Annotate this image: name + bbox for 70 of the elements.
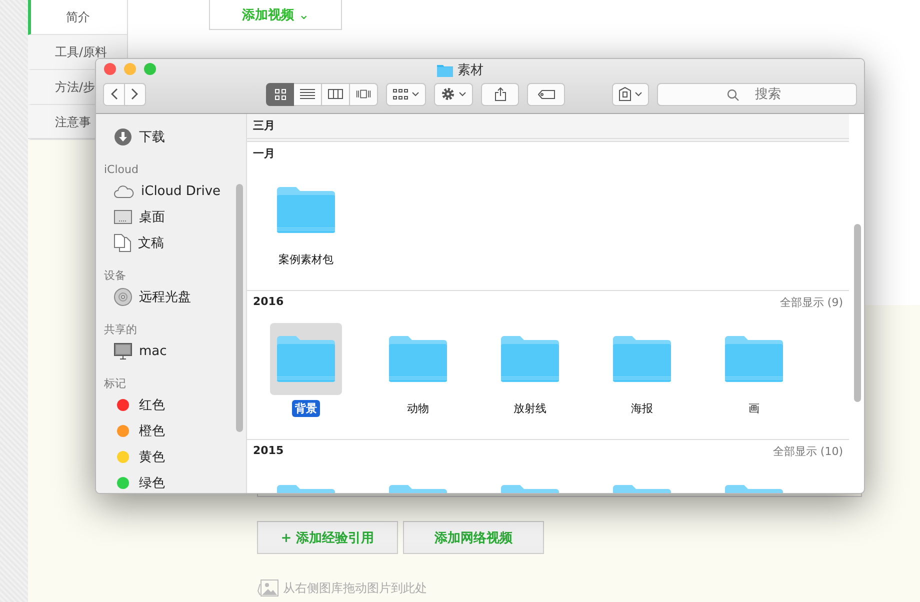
cover-flow-icon	[356, 89, 371, 99]
section-title: 一月	[253, 146, 275, 162]
sidebar-item[interactable]: 桌面	[139, 208, 165, 226]
share-button[interactable]	[481, 82, 519, 106]
window-title: 素材	[458, 62, 484, 79]
box-icon	[619, 87, 631, 101]
section-title: 2015	[253, 444, 284, 459]
folder-name[interactable]: 放射线	[510, 400, 550, 417]
cloud-icon	[114, 184, 134, 198]
list-icon	[300, 89, 315, 99]
folder-name[interactable]: 背景	[292, 400, 320, 417]
folder-icon	[436, 64, 452, 76]
view-mode-button[interactable]	[322, 82, 350, 106]
sidebar-item[interactable]: 橙色	[139, 422, 165, 440]
forward-button[interactable]	[125, 82, 146, 106]
grid-icon	[393, 88, 408, 100]
columns-icon	[328, 89, 343, 99]
view-mode-button[interactable]	[350, 82, 378, 106]
settings-button[interactable]	[434, 82, 473, 106]
zoom-button[interactable]	[144, 63, 156, 75]
show-all-link[interactable]: 全部显示 (10)	[772, 444, 843, 464]
sidebar-heading: 共享的	[104, 322, 138, 338]
folder-name[interactable]: 画	[746, 400, 762, 417]
chevron-icon	[412, 92, 419, 96]
scrollbar-thumb[interactable]	[854, 224, 861, 402]
sidebar-heading: iCloud	[104, 162, 140, 178]
share-icon	[494, 87, 506, 101]
folder-name[interactable]: 海报	[628, 400, 656, 417]
folder-name[interactable]: 动物	[404, 400, 432, 417]
sidebar-item[interactable]: mac	[139, 344, 167, 358]
sidebar-item[interactable]: 红色	[139, 396, 165, 414]
scrollbar-thumb[interactable]	[236, 184, 243, 432]
arrange-button[interactable]	[386, 82, 426, 106]
storage-button[interactable]	[612, 82, 649, 106]
folder-icon[interactable]	[270, 323, 342, 395]
view-mode-button[interactable]	[294, 82, 322, 106]
sidebar-item[interactable]: 绿色	[139, 474, 165, 492]
desktop-icon	[114, 210, 132, 224]
search-icon	[727, 88, 739, 100]
tag-icon	[538, 90, 554, 98]
show-all-link[interactable]: 全部显示 (9)	[780, 295, 843, 315]
back-icon	[110, 88, 118, 100]
image-icon	[257, 579, 279, 597]
section-title: 三月	[253, 118, 275, 134]
sidebar-heading: 标记	[104, 376, 127, 392]
document-icon	[114, 234, 131, 252]
minimize-button[interactable]	[124, 63, 136, 75]
disc-icon	[114, 288, 132, 306]
section-title: 2016	[253, 295, 284, 310]
close-button[interactable]	[104, 63, 116, 75]
chevron-icon	[635, 92, 642, 96]
tag-button[interactable]	[527, 82, 565, 106]
back-button[interactable]	[103, 82, 125, 106]
page-nav-item[interactable]: 简介	[28, 0, 127, 35]
sidebar-item[interactable]: 文稿	[138, 234, 164, 252]
grid-icon	[274, 88, 286, 100]
computer-icon	[114, 342, 132, 360]
chevron-icon	[459, 92, 466, 96]
forward-icon	[131, 88, 139, 100]
sidebar-item[interactable]: 下载	[139, 128, 165, 146]
drop-hint-text: 从右侧图库拖动图片到此处	[283, 580, 427, 596]
settings-icon	[441, 87, 455, 101]
sidebar-item[interactable]: 远程光盘	[139, 288, 191, 306]
view-mode-button[interactable]	[266, 82, 294, 106]
sidebar-heading: 设备	[104, 268, 127, 284]
sidebar-item[interactable]: iCloud Drive	[141, 184, 221, 198]
search-field[interactable]: 搜索	[657, 82, 857, 106]
sidebar-item[interactable]: 黄色	[139, 448, 165, 466]
download-icon	[114, 128, 132, 146]
folder-name[interactable]: 案例素材包	[276, 251, 336, 268]
